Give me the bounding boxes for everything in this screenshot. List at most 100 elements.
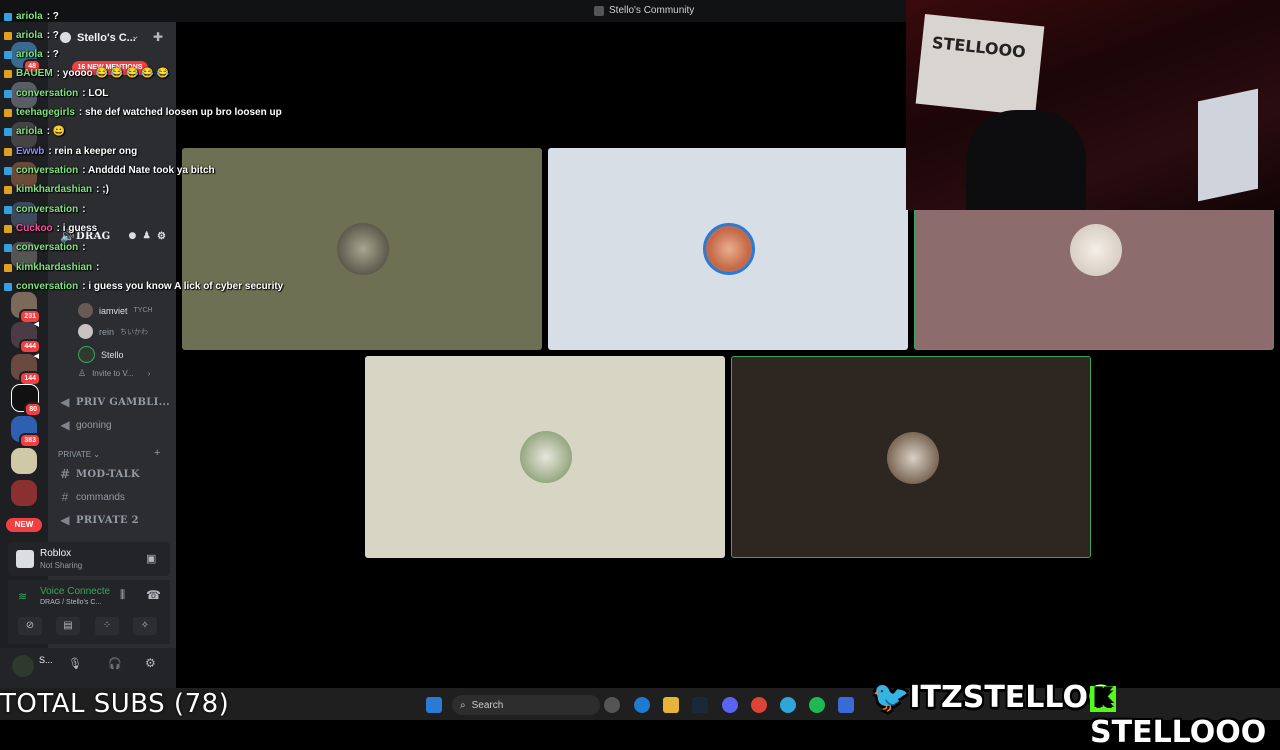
- chat-text: : LOL: [82, 88, 109, 99]
- channel-gooning[interactable]: ◀ gooning: [60, 418, 111, 432]
- server-icon-11[interactable]: 383: [11, 416, 41, 448]
- poster-text: STELLOOO: [931, 32, 1027, 62]
- edge-icon[interactable]: [634, 697, 650, 713]
- chevron-right-icon: ›: [147, 369, 151, 378]
- add-member-icon[interactable]: ✚: [153, 30, 163, 44]
- voice-user[interactable]: Stello: [78, 346, 124, 363]
- app-icon[interactable]: [838, 697, 854, 713]
- chat-text: : i guess you know A lick of cyber secur…: [82, 281, 284, 292]
- channel-private-2[interactable]: ◀ PRIVATE 2: [60, 513, 139, 527]
- roblox-icon: [16, 550, 34, 568]
- chat-username: kimkhardashian: [16, 262, 93, 273]
- chat-message: conversation: LOL: [4, 88, 108, 99]
- badge-icon: [4, 166, 12, 175]
- chat-username: teehagegirls: [16, 107, 75, 118]
- chrome-icon[interactable]: [751, 697, 767, 713]
- person-icon: ♙: [78, 368, 87, 378]
- server-name[interactable]: Stello's C...: [77, 32, 136, 44]
- activity-panel: Roblox Not Sharing ▣: [8, 542, 170, 576]
- user-panel: S... 🎙 🎧 ⚙: [0, 648, 176, 688]
- mention-badge: 80: [24, 402, 42, 417]
- speaker-icon: ◀: [60, 513, 70, 527]
- participant-tile[interactable]: [548, 148, 908, 350]
- chat-username: ariola: [16, 49, 43, 60]
- headphones-icon[interactable]: 🎧: [108, 657, 122, 670]
- server-icon-12[interactable]: [11, 448, 37, 474]
- server-icon-8[interactable]: ◀ 444: [11, 321, 41, 354]
- server-icon: [594, 5, 604, 16]
- window-title: Stello's Community: [594, 5, 694, 16]
- avatar: [78, 303, 93, 318]
- chat-text: : 😀: [46, 126, 66, 137]
- signal-icon[interactable]: ≋: [18, 590, 27, 603]
- participant-tile[interactable]: [365, 356, 725, 558]
- chat-message: conversation: Andddd Nate took ya bitch: [4, 165, 215, 176]
- chat-message: kimkhardashian: ;): [4, 184, 109, 195]
- gear-icon[interactable]: ⚙: [145, 656, 156, 670]
- badge-icon: [4, 12, 12, 21]
- invite-to-voice[interactable]: ♙ Invite to V... ›: [78, 368, 150, 379]
- voice-user[interactable]: iamviet TYCH: [78, 303, 153, 318]
- voice-user-name: Stello: [101, 349, 124, 360]
- telegram-icon[interactable]: [780, 697, 796, 713]
- avatar[interactable]: [12, 655, 34, 677]
- participant-avatar: [887, 432, 939, 484]
- user-name: S...: [39, 655, 53, 665]
- chat-text: :: [96, 262, 100, 273]
- disconnect-icon[interactable]: ☎: [146, 588, 161, 602]
- participant-tile[interactable]: [182, 148, 542, 350]
- category-label: PRIVATE: [58, 450, 92, 459]
- chevron-down-icon[interactable]: ⌄: [131, 31, 139, 42]
- soundboard-icon[interactable]: ✧: [133, 617, 157, 635]
- voice-user[interactable]: rein ちいかわ: [78, 324, 148, 339]
- voice-user-name: rein: [99, 326, 115, 337]
- chat-username: BAUEM: [16, 68, 53, 79]
- spotify-icon[interactable]: [809, 697, 825, 713]
- badge-icon: [4, 282, 12, 291]
- discord-icon[interactable]: [722, 697, 738, 713]
- activity-game: Roblox: [40, 548, 72, 559]
- noise-suppression-icon[interactable]: ⫼: [120, 589, 125, 602]
- activities-icon[interactable]: ⁘: [95, 617, 119, 635]
- chat-message: teehagegirls: she def watched loosen up …: [4, 107, 282, 118]
- participant-tile-speaking[interactable]: [731, 356, 1091, 558]
- chat-message: BAUEM: yoooo 😂 😂 😂 😂 😂: [4, 68, 169, 79]
- steam-icon[interactable]: [692, 697, 708, 713]
- avatar: [78, 346, 95, 363]
- server-icon-9[interactable]: ◀ 144: [11, 353, 41, 386]
- category-private[interactable]: PRIVATE ⌄: [58, 450, 100, 459]
- chat-text: : ?: [46, 49, 59, 60]
- chat-message: conversation:: [4, 242, 86, 253]
- windows-start-icon[interactable]: [426, 697, 442, 713]
- server-icon-7[interactable]: 231: [11, 292, 41, 324]
- search-icon: ⌕: [460, 699, 466, 711]
- channel-mod-talk[interactable]: # MOD-TALK: [60, 467, 140, 481]
- microphone-icon[interactable]: 🎙: [68, 657, 82, 670]
- screen-share-button[interactable]: ▤: [56, 617, 80, 635]
- add-user-icon[interactable]: ♟: [143, 231, 151, 241]
- new-unreads-pill[interactable]: NEW: [6, 518, 42, 532]
- channel-label: PRIVATE 2: [76, 514, 139, 526]
- taskbar-search[interactable]: ⌕ Search: [452, 695, 600, 715]
- chat-text: : i guess: [56, 223, 98, 234]
- server-icon-13[interactable]: [11, 480, 37, 506]
- settings-icon[interactable]: [604, 697, 620, 713]
- server-icon-10[interactable]: 80: [11, 384, 42, 417]
- avatar: [78, 324, 93, 339]
- kick-handle: K STELLOOO: [1090, 680, 1280, 750]
- twitter-icon: 🐦: [872, 680, 910, 715]
- badge-icon: [4, 263, 12, 272]
- gear-icon[interactable]: ⚙: [157, 231, 166, 242]
- channel-commands[interactable]: # commands: [60, 490, 125, 504]
- file-explorer-icon[interactable]: [663, 697, 679, 713]
- speaker-icon: ◀: [60, 395, 70, 409]
- chat-icon[interactable]: ●: [128, 231, 136, 241]
- chat-username: conversation: [16, 88, 79, 99]
- add-channel-icon[interactable]: +: [154, 447, 160, 459]
- chat-text: : rein a keeper ong: [48, 146, 138, 157]
- camera-off-icon[interactable]: ⊘: [18, 617, 42, 635]
- voice-channel[interactable]: DRAG / Stello's C...: [40, 599, 101, 606]
- screen-share-icon[interactable]: ▣: [146, 552, 156, 565]
- chat-text: :: [82, 242, 86, 253]
- channel-priv-gambli[interactable]: ◀ PRIV GAMBLI...: [60, 395, 170, 409]
